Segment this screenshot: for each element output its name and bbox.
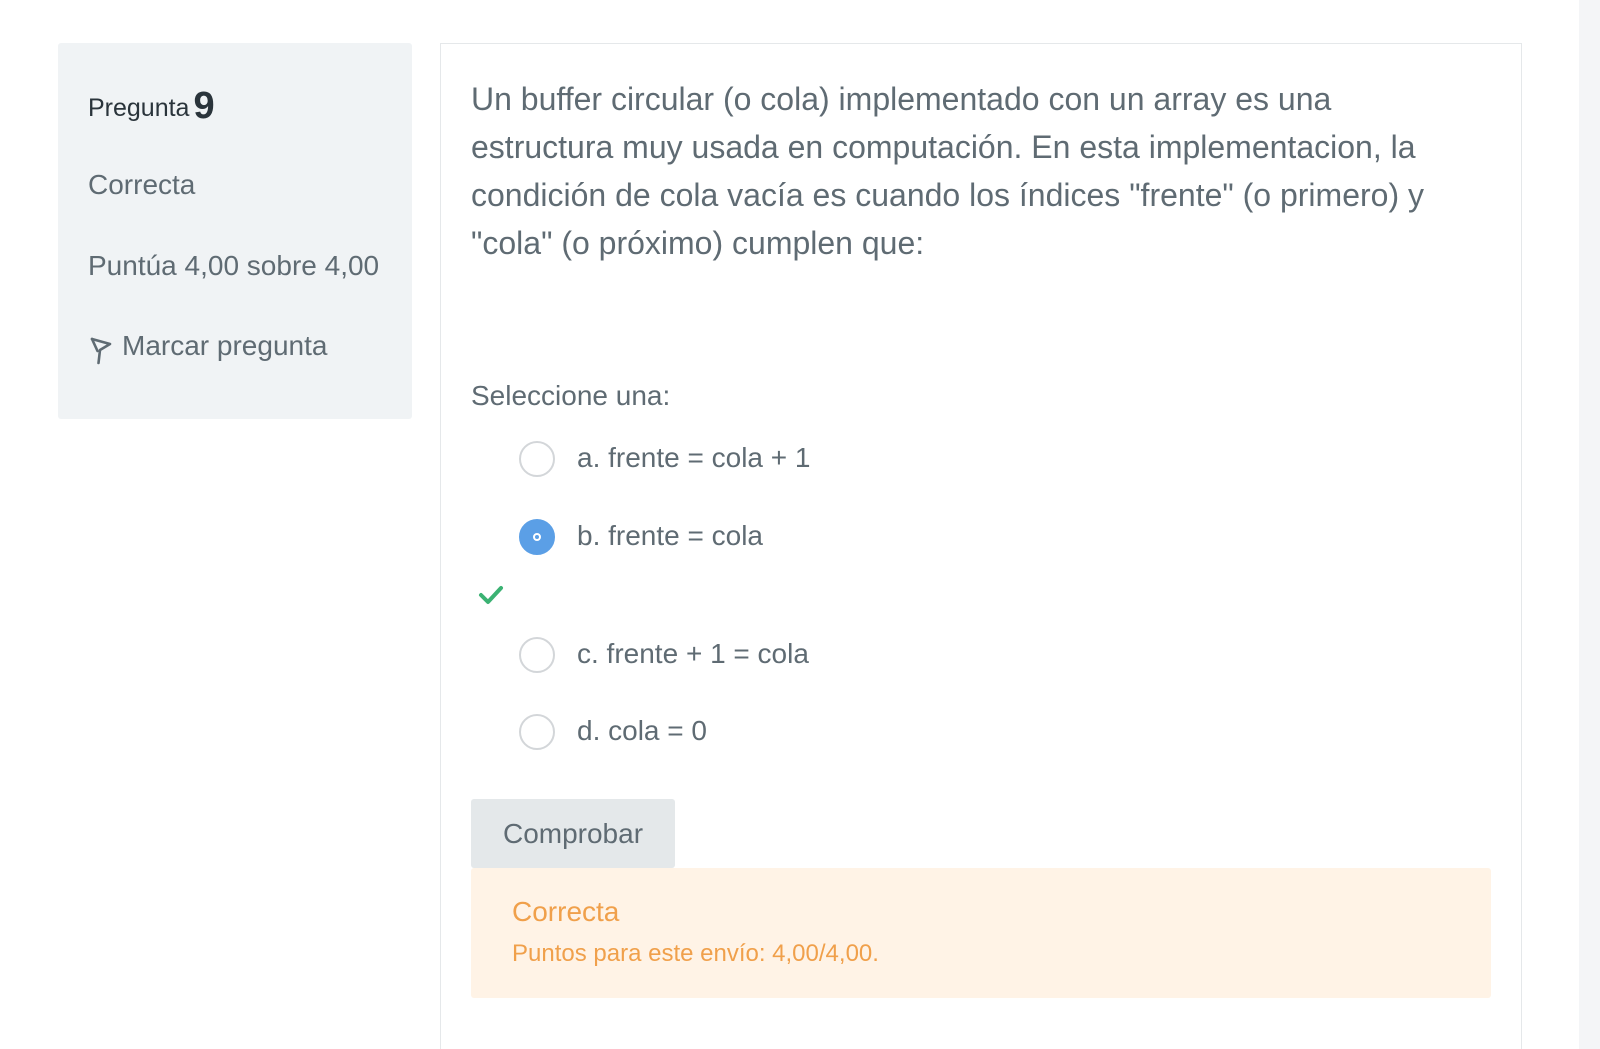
answer-option-label: a. frente = cola + 1 [577,442,811,473]
correct-check-icon [478,584,504,611]
question-number-label: Pregunta [88,94,190,122]
flag-question-label: Marcar pregunta [122,330,328,361]
feedback-title: Correcta [512,896,620,927]
radio-option-a[interactable] [519,441,555,477]
question-number: Pregunta 9 [88,85,215,128]
feedback-points: Puntos para este envío: 4,00/4,00. [512,940,879,967]
radio-option-b[interactable] [519,519,555,555]
question-content: Un buffer circular (o cola) implementado… [440,43,1522,1049]
feedback-box: Correcta Puntos para este envío: 4,00/4,… [471,868,1491,998]
radio-option-d[interactable] [519,714,555,750]
answer-option-label: d. cola = 0 [577,715,707,746]
answer-option-label: c. frente + 1 = cola [577,638,809,669]
answer-prompt: Seleccione una: [471,380,671,411]
question-state: Correcta [88,169,196,200]
check-button[interactable]: Comprobar [471,799,675,868]
question-grade: Puntúa 4,00 sobre 4,00 [88,250,380,281]
question-number-value: 9 [193,85,215,127]
question-info-panel: Pregunta 9 Correcta Puntúa 4,00 sobre 4,0… [58,43,412,419]
answer-option-label: b. frente = cola [577,520,764,551]
radio-option-c[interactable] [519,637,555,673]
flag-icon [90,337,112,365]
flag-question-link[interactable]: Marcar pregunta [88,330,327,365]
question-text: Un buffer circular (o cola) implementado… [471,81,1424,261]
right-scroll-gutter [1579,0,1600,1049]
quiz-page: Pregunta 9 Correcta Puntúa 4,00 sobre 4,0… [0,0,1600,1049]
